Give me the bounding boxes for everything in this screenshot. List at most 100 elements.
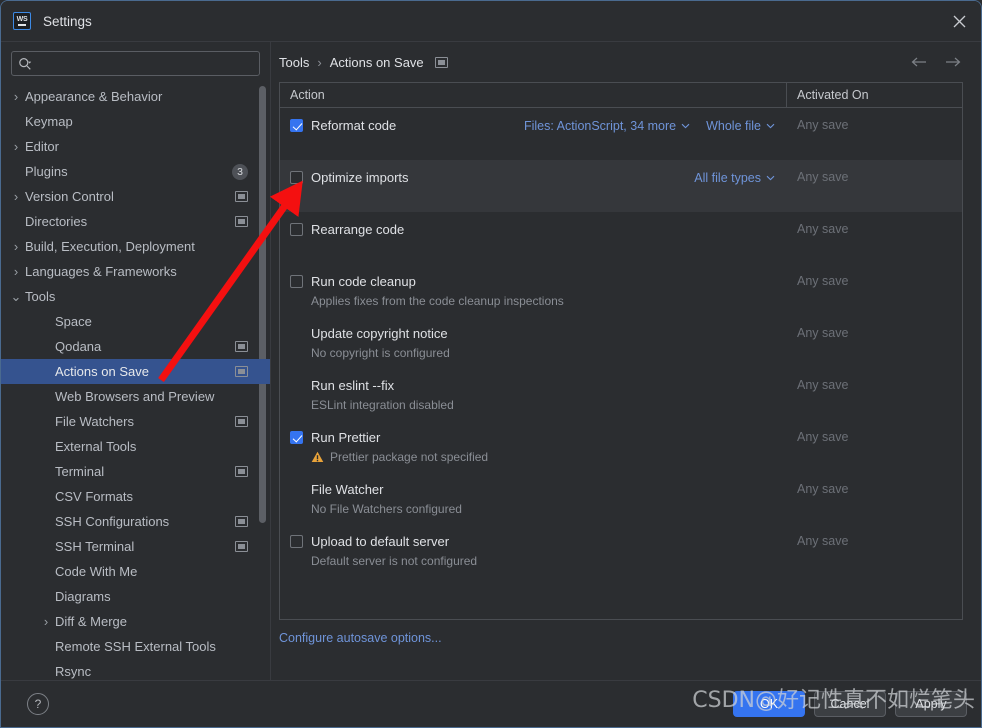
table-row[interactable]: File Watcher No File Watchers configured A…: [280, 472, 962, 524]
action-subtitle: Prettier package not specified: [330, 450, 489, 464]
activated-on-cell: Any save: [797, 222, 849, 236]
search-input[interactable]: [36, 56, 253, 71]
project-scope-icon: [434, 56, 448, 68]
action-cell: Rearrange code: [280, 221, 787, 238]
sidebar-item-build-execution-deployment[interactable]: › Build, Execution, Deployment: [1, 234, 270, 259]
breadcrumb-parent[interactable]: Tools: [279, 55, 309, 70]
table-row[interactable]: Upload to default server Default server i…: [280, 524, 962, 576]
action-checkbox[interactable]: [290, 119, 303, 132]
sidebar-item-label: SSH Configurations: [55, 514, 170, 529]
chevron-right-icon[interactable]: ›: [37, 614, 55, 629]
chevron-down-icon: [766, 175, 775, 181]
sidebar-item-label: Web Browsers and Preview: [55, 389, 215, 404]
sidebar-item-appearance-behavior[interactable]: › Appearance & Behavior: [1, 84, 270, 109]
action-cell: Run code cleanup Applies fixes from the c…: [280, 273, 787, 308]
title-bar: WS Settings: [1, 1, 981, 41]
sidebar-item-rsync[interactable]: Rsync: [1, 659, 270, 681]
column-header-action: Action: [280, 83, 787, 107]
chevron-right-icon[interactable]: ›: [7, 189, 25, 204]
close-icon[interactable]: [945, 8, 973, 34]
sidebar-item-external-tools[interactable]: External Tools: [1, 434, 270, 459]
action-dropdowns: All file types: [694, 171, 787, 185]
sidebar-item-version-control[interactable]: › Version Control: [1, 184, 270, 209]
action-row-main: Run code cleanup: [290, 273, 787, 290]
activated-on-cell: Any save: [797, 170, 849, 184]
search-icon: [18, 57, 32, 71]
sidebar-item-ssh-terminal[interactable]: SSH Terminal: [1, 534, 270, 559]
table-row[interactable]: Update copyright notice No copyright is c…: [280, 316, 962, 368]
sidebar-item-label: Plugins: [25, 164, 68, 179]
action-checkbox[interactable]: [290, 535, 303, 548]
sidebar-item-label: Languages & Frameworks: [25, 264, 177, 279]
activated-on-cell: Any save: [797, 430, 849, 444]
chevron-right-icon[interactable]: ›: [7, 264, 25, 279]
sidebar-item-editor[interactable]: › Editor: [1, 134, 270, 159]
logo-text: WS: [16, 16, 28, 24]
apply-button[interactable]: Apply: [895, 691, 967, 717]
sidebar-item-qodana[interactable]: Qodana: [1, 334, 270, 359]
action-row-main: Reformat code Files: ActionScript, 34 mor…: [290, 117, 787, 134]
sidebar-item-ssh-configurations[interactable]: SSH Configurations: [1, 509, 270, 534]
action-subtitle-row: Default server is not configured: [311, 554, 787, 568]
cancel-button[interactable]: Cancel: [814, 691, 886, 717]
table-header: Action Activated On: [280, 83, 962, 108]
chevron-down-icon[interactable]: ⌄: [7, 289, 25, 305]
sidebar-item-label: Tools: [25, 289, 56, 304]
chevron-right-icon[interactable]: ›: [7, 89, 25, 104]
table-row[interactable]: Run code cleanup Applies fixes from the c…: [280, 264, 962, 316]
action-cell: Run Prettier Prettier package not specifi…: [280, 429, 787, 464]
action-subtitle: Default server is not configured: [311, 554, 478, 568]
table-row[interactable]: Rearrange code Any save: [280, 212, 962, 264]
table-row[interactable]: Run Prettier Prettier package not specifi…: [280, 420, 962, 472]
action-row-main: Update copyright notice: [290, 325, 787, 342]
search-box[interactable]: [11, 51, 260, 76]
sidebar-item-tools[interactable]: ⌄ Tools: [1, 284, 270, 309]
webstorm-logo-icon: WS: [13, 12, 31, 30]
sidebar-item-file-watchers[interactable]: File Watchers: [1, 409, 270, 434]
action-checkbox[interactable]: [290, 171, 303, 184]
action-subtitle: No copyright is configured: [311, 346, 450, 360]
action-cell: Upload to default server Default server i…: [280, 533, 787, 568]
action-dropdown-label: All file types: [694, 170, 761, 185]
action-checkbox[interactable]: [290, 275, 303, 288]
help-button[interactable]: ?: [27, 693, 49, 715]
settings-window: WS Settings › Appearance & Behavior Keym…: [0, 0, 982, 728]
sidebar-item-label: Actions on Save: [55, 364, 149, 379]
action-dropdown[interactable]: All file types: [694, 171, 775, 185]
ok-button[interactable]: OK: [733, 691, 805, 717]
configure-autosave-link[interactable]: Configure autosave options...: [279, 631, 963, 645]
arrow-right-icon[interactable]: [943, 55, 963, 69]
settings-tree[interactable]: › Appearance & Behavior Keymap › Editor Plugi…: [1, 83, 270, 681]
chevron-down-icon: [681, 123, 690, 129]
table-row[interactable]: Optimize imports All file types Any save: [280, 160, 962, 212]
sidebar-item-diagrams[interactable]: Diagrams: [1, 584, 270, 609]
table-body: Reformat code Files: ActionScript, 34 mor…: [280, 108, 962, 619]
sidebar-item-keymap[interactable]: Keymap: [1, 109, 270, 134]
chevron-right-icon[interactable]: ›: [7, 139, 25, 154]
arrow-left-icon[interactable]: [909, 55, 929, 69]
sidebar-item-remote-ssh-external-tools[interactable]: Remote SSH External Tools: [1, 634, 270, 659]
action-subtitle: ESLint integration disabled: [311, 398, 454, 412]
sidebar-item-plugins[interactable]: Plugins 3: [1, 159, 270, 184]
action-dropdown[interactable]: Whole file: [706, 119, 775, 133]
sidebar-item-code-with-me[interactable]: Code With Me: [1, 559, 270, 584]
action-checkbox[interactable]: [290, 223, 303, 236]
sidebar-item-label: SSH Terminal: [55, 539, 135, 554]
sidebar-item-directories[interactable]: Directories: [1, 209, 270, 234]
table-row[interactable]: Reformat code Files: ActionScript, 34 mor…: [280, 108, 962, 160]
sidebar-item-languages-frameworks[interactable]: › Languages & Frameworks: [1, 259, 270, 284]
sidebar-item-diff-merge[interactable]: › Diff & Merge: [1, 609, 270, 634]
project-scope-icon: [235, 341, 248, 352]
action-dropdown[interactable]: Files: ActionScript, 34 more: [524, 119, 690, 133]
sidebar-item-terminal[interactable]: Terminal: [1, 459, 270, 484]
action-title: Run Prettier: [311, 430, 381, 445]
table-row[interactable]: Run eslint --fix ESLint integration disab…: [280, 368, 962, 420]
sidebar-item-csv-formats[interactable]: CSV Formats: [1, 484, 270, 509]
action-checkbox[interactable]: [290, 431, 303, 444]
sidebar-item-actions-on-save[interactable]: Actions on Save: [1, 359, 270, 384]
activated-on-cell: Any save: [797, 118, 849, 132]
activated-on-cell: Any save: [797, 482, 849, 496]
sidebar-item-space[interactable]: Space: [1, 309, 270, 334]
sidebar-item-web-browsers-and-preview[interactable]: Web Browsers and Preview: [1, 384, 270, 409]
chevron-right-icon[interactable]: ›: [7, 239, 25, 254]
